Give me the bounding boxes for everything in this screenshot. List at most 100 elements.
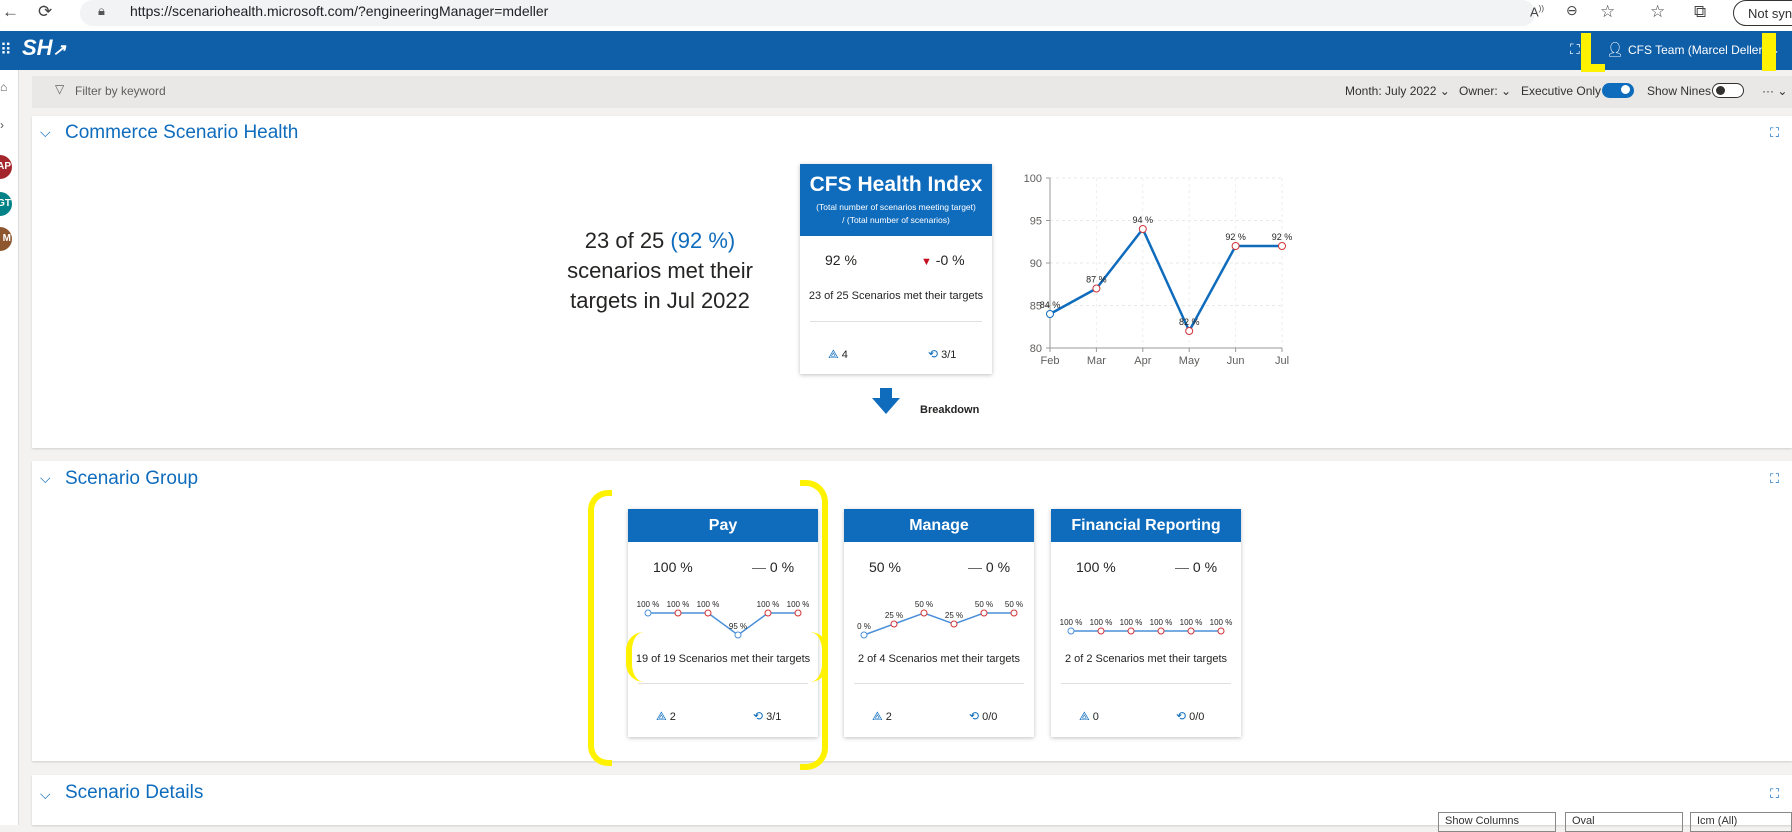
filter-input[interactable]: Filter by keyword <box>75 84 166 98</box>
y-tick-label: 90 <box>1030 258 1042 270</box>
read-aloud-icon[interactable]: A)) <box>1530 4 1544 19</box>
annotation-bracket <box>588 490 612 766</box>
sparkline-label: 50 % <box>975 600 993 609</box>
data-label: 84 % <box>1040 300 1061 310</box>
icm-icon: ⟁ <box>1079 709 1090 723</box>
focus-mode-icon[interactable]: ⛶ <box>1770 471 1779 487</box>
x-tick-label: May <box>1179 355 1200 367</box>
focus-mode-icon[interactable]: ⛶ <box>1770 786 1779 802</box>
profile-sync-button[interactable]: Not sync <box>1733 0 1792 26</box>
refresh-icon[interactable]: ⟳ <box>38 2 52 22</box>
icm-count[interactable]: ⟁ 2 <box>872 709 892 724</box>
filter-icon: ▽ <box>55 82 65 96</box>
y-tick-label: 80 <box>1030 343 1042 355</box>
divider <box>1061 683 1231 684</box>
card-title: Financial Reporting <box>1051 509 1241 542</box>
more-options-icon[interactable]: ··· ⌄ <box>1762 84 1787 98</box>
sparkline-label: 100 % <box>757 600 780 609</box>
show-nines-toggle[interactable] <box>1712 83 1744 98</box>
sparkline-label: 100 % <box>667 600 690 609</box>
scenario-group-title: Scenario Group <box>65 468 199 489</box>
sparkline-point <box>920 609 928 617</box>
card-description: 2 of 2 Scenarios met their targets <box>1064 653 1228 665</box>
sparkline-label: 25 % <box>885 611 903 620</box>
x-tick-label: Jul <box>1275 355 1289 367</box>
side-rail <box>0 70 19 825</box>
divider <box>854 683 1024 684</box>
sparkline-label: 25 % <box>945 611 963 620</box>
annotation-bracket <box>800 480 828 770</box>
card-delta: — 0 % <box>1175 559 1218 575</box>
repair-count[interactable]: ⟲ 0/0 <box>1176 709 1204 723</box>
data-point <box>1278 242 1286 250</box>
icm-dropdown[interactable]: Icm (All) <box>1690 812 1792 832</box>
sparkline-point <box>764 609 772 617</box>
icm-icon: ⟁ <box>656 709 667 723</box>
team-selector[interactable]: CFS Team (Marcel Deller) ⌄ <box>1628 43 1780 57</box>
y-tick-label: 100 <box>1024 173 1042 185</box>
url-text[interactable]: https://scenariohealth.microsoft.com/?en… <box>130 3 548 19</box>
data-point <box>1185 327 1194 335</box>
avatar[interactable]: M <box>0 227 12 251</box>
focus-mode-icon[interactable]: ⛶ <box>1770 125 1779 141</box>
card-delta: — 0 % <box>752 559 795 575</box>
app-header <box>0 31 1792 70</box>
show-columns-dropdown[interactable]: Show Columns <box>1438 812 1556 832</box>
cfs-health-index-card[interactable]: CFS Health Index (Total number of scenar… <box>800 164 992 374</box>
divider <box>638 683 808 684</box>
repair-count[interactable]: ⟲ 3/1 <box>928 347 956 361</box>
card-value: 100 % <box>1076 559 1116 575</box>
sparkline-label: 100 % <box>1180 618 1203 627</box>
x-tick-label: Jun <box>1227 355 1245 367</box>
repair-count[interactable]: ⟲ 0/0 <box>969 709 997 723</box>
sparkline-label: 50 % <box>1005 600 1023 609</box>
collapse-chevron-icon[interactable]: ⌵ <box>40 786 51 803</box>
data-point <box>1092 284 1101 293</box>
scenario-group-card[interactable]: Pay 100 % — 0 % 19 of 19 Scenarios met thei… <box>628 509 818 737</box>
app-launcher-icon[interactable]: ⠿ <box>0 40 12 60</box>
show-nines-label: Show Nines <box>1647 84 1712 98</box>
repair-count[interactable]: ⟲ 3/1 <box>753 709 781 723</box>
collapse-chevron-icon[interactable]: ⌵ <box>40 470 51 487</box>
arrow-down-icon[interactable] <box>872 398 900 414</box>
sparkline-point <box>1010 609 1018 617</box>
owner-dropdown[interactable]: Owner: ⌄ <box>1459 84 1511 98</box>
card-delta: ▼ -0 % <box>921 252 965 268</box>
collections-icon[interactable]: ⧉ <box>1694 2 1706 22</box>
card-header: CFS Health Index (Total number of scenar… <box>800 164 992 236</box>
zoom-out-icon[interactable]: ⊖ <box>1566 2 1578 19</box>
collapse-chevron-icon[interactable]: ⌵ <box>40 124 51 141</box>
icm-count[interactable]: ⟁ 4 <box>828 347 848 362</box>
executive-only-toggle[interactable] <box>1602 83 1634 98</box>
favorites-icon[interactable]: ☆ <box>1650 2 1665 22</box>
sparkline-label: 100 % <box>1060 618 1083 627</box>
chevron-down-icon: ⌄ <box>1439 84 1450 98</box>
breakdown-link[interactable]: Breakdown <box>920 404 979 416</box>
month-dropdown[interactable]: Month: July 2022 ⌄ <box>1345 84 1450 98</box>
filter-dropdown[interactable]: Oval <box>1565 812 1683 832</box>
card-title: CFS Health Index <box>809 173 983 196</box>
dash-icon: — <box>968 559 982 575</box>
sparkline-label: 100 % <box>1090 618 1113 627</box>
sparkline-label: 100 % <box>1150 618 1173 627</box>
data-label: 82 % <box>1179 317 1200 327</box>
screenshot-icon[interactable]: ⛶ <box>1570 41 1580 58</box>
scenario-group-card[interactable]: Financial Reporting 100 % — 0 % 2 of 2 Scen… <box>1051 509 1241 737</box>
dash-icon: — <box>1175 559 1189 575</box>
back-icon[interactable]: ← <box>2 2 19 22</box>
lock-icon[interactable]: 🔒︎ <box>98 3 105 19</box>
icm-count[interactable]: ⟁ 0 <box>1079 709 1099 724</box>
home-icon[interactable]: ⌂ <box>0 80 7 94</box>
annotation-highlight <box>626 632 828 682</box>
scenario-group-card[interactable]: Manage 50 % — 0 % 2 of 4 Scenarios met thei… <box>844 509 1034 737</box>
favorite-add-icon[interactable]: ☆ <box>1600 2 1615 22</box>
expand-icon[interactable]: › <box>0 118 4 132</box>
card-title: Manage <box>844 509 1034 542</box>
sparkline-point <box>704 609 712 617</box>
icm-count[interactable]: ⟁ 2 <box>656 709 676 724</box>
sparkline-label: 95 % <box>729 622 747 631</box>
repair-icon: ⟲ <box>753 709 764 723</box>
app-logo[interactable]: SH↗ <box>22 35 66 61</box>
sparkline-point <box>1157 627 1165 635</box>
sparkline-point <box>1067 627 1075 635</box>
